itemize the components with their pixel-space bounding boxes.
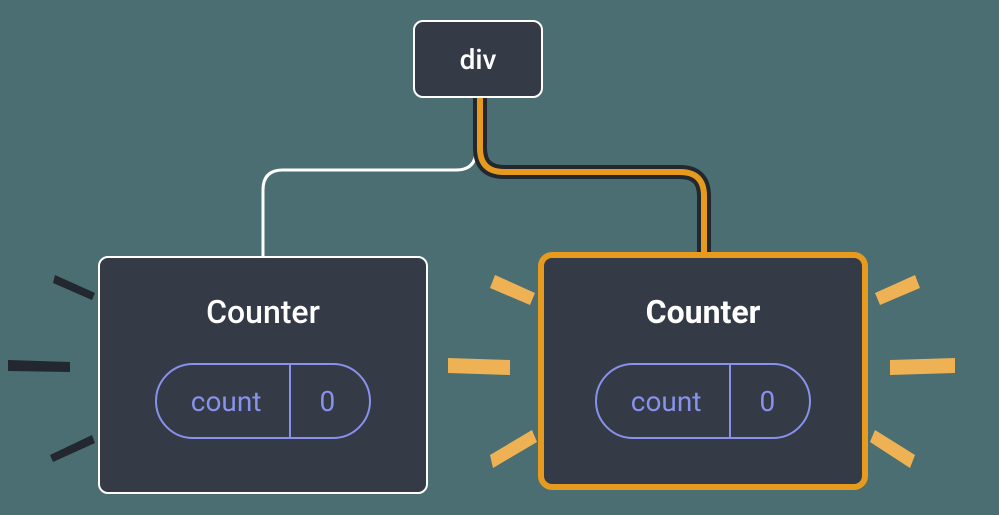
- tree-node-counter-right: Counter count 0: [538, 252, 868, 490]
- root-label: div: [460, 43, 497, 76]
- state-label: count: [597, 365, 730, 437]
- emphasis-burst-icon: [440, 260, 550, 480]
- counter-title: Counter: [206, 293, 320, 331]
- emphasis-burst-icon: [0, 260, 110, 480]
- emphasis-burst-icon: [860, 260, 999, 480]
- state-value: 0: [731, 365, 809, 437]
- counter-title: Counter: [646, 293, 761, 331]
- tree-node-root: div: [413, 20, 543, 98]
- state-label: count: [157, 365, 290, 437]
- state-pill: count 0: [595, 363, 811, 439]
- state-value: 0: [291, 365, 369, 437]
- state-pill: count 0: [155, 363, 371, 439]
- tree-node-counter-left: Counter count 0: [98, 256, 428, 494]
